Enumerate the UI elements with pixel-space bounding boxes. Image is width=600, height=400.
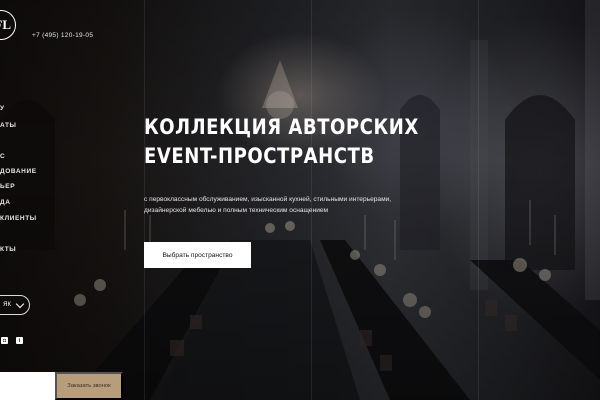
language-select[interactable]: ЯК (0, 295, 30, 315)
callback-request-button[interactable]: Заказать звонок (55, 372, 123, 400)
nav-item[interactable]: С (0, 153, 5, 160)
info-icon[interactable]: i (16, 337, 23, 344)
nav-item[interactable]: У (0, 105, 5, 112)
nav-item[interactable]: ДОВАНИЕ (0, 168, 37, 175)
hero-subtitle: с первоклассным обслуживанием, изысканно… (144, 195, 392, 215)
choose-space-button[interactable]: Выбрать пространство (144, 242, 251, 268)
language-selected: ЯК (3, 302, 11, 308)
page-title-line: КОЛЛЕКЦИЯ АВТОРСКИХ (144, 115, 419, 139)
footer-white-panel (0, 372, 55, 400)
nav-item[interactable]: ДА (0, 199, 11, 206)
logo-text: FL (0, 17, 11, 32)
nav-item[interactable]: ЬЕР (0, 183, 15, 190)
page-title: КОЛЛЕКЦИЯ АВТОРСКИХ EVENT-ПРОСТРАНСТВ (144, 113, 419, 171)
nav-item[interactable]: КЛИЕНТЫ (0, 215, 37, 222)
nav-item[interactable]: КТЫ (0, 246, 16, 253)
page-title-line: EVENT-ПРОСТРАНСТВ (144, 144, 375, 168)
phone-number-link[interactable]: +7 (495) 120-19-05 (32, 32, 93, 39)
nav-item[interactable]: АТЫ (0, 122, 17, 129)
grid-guide-line (478, 0, 479, 400)
chevron-down-icon (15, 299, 25, 308)
instagram-icon[interactable]: ◘ (1, 337, 8, 344)
